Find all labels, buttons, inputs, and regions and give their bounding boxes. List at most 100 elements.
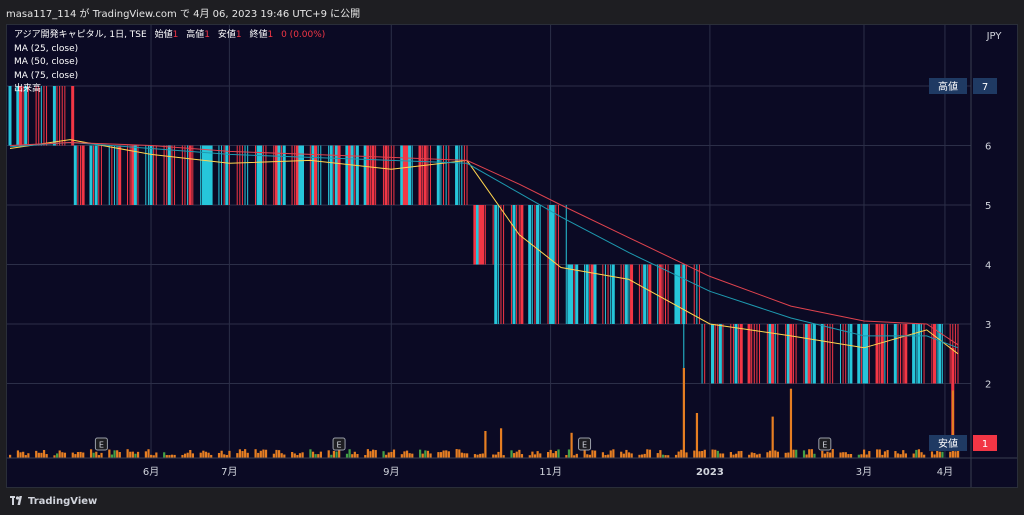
volume-bar: [740, 450, 743, 458]
candle-bar: [932, 324, 936, 384]
volume-bar: [348, 449, 351, 458]
candle-bar: [80, 145, 82, 205]
volume-bar: [421, 453, 424, 458]
candle-bar: [259, 145, 263, 205]
volume-bar: [411, 453, 414, 458]
volume-bar: [332, 450, 336, 458]
candle-bar: [557, 205, 559, 324]
candle-bar: [116, 145, 118, 205]
candle-bar: [294, 145, 296, 205]
candle-bar: [466, 145, 468, 205]
volume-bar: [199, 452, 202, 458]
candle-bar: [473, 205, 477, 265]
candle-bar: [262, 145, 264, 205]
candle-bar: [478, 205, 482, 265]
candle-bar: [221, 145, 223, 205]
volume-bar: [466, 453, 469, 458]
candle-bar: [865, 324, 869, 384]
candle-bar: [400, 145, 404, 205]
volume-bar: [896, 453, 900, 458]
volume-legend[interactable]: 出来高: [14, 83, 325, 97]
volume-bar: [374, 450, 377, 458]
volume-bar: [591, 450, 594, 458]
volume-bar: [382, 451, 385, 458]
candle-bar: [108, 145, 110, 205]
ma75-legend[interactable]: MA (75, close): [14, 70, 325, 84]
candle-bar: [657, 264, 659, 324]
candle-bar: [641, 264, 643, 324]
volume-bar: [567, 449, 571, 458]
volume-bar: [280, 453, 283, 458]
candle-bar: [555, 205, 557, 324]
price-tag: 高値 7: [929, 78, 997, 94]
volume-bar: [74, 454, 77, 458]
volume-bar: [369, 451, 372, 458]
candle-bar: [665, 264, 667, 324]
symbol-legend-row[interactable]: アジア開発キャピタル, 1日, TSE 始値1 高値1 安値1 終値1 0 (0…: [14, 29, 325, 43]
volume-bar: [862, 449, 866, 458]
candle-bar: [497, 205, 499, 324]
volume-bar: [513, 453, 516, 458]
volume-bar: [447, 451, 450, 458]
candle-bar: [785, 324, 787, 384]
volume-bar: [35, 450, 38, 458]
candle-bar: [607, 264, 609, 324]
volume-bar: [22, 451, 25, 458]
candle-bar: [500, 205, 502, 324]
candle-bar: [674, 264, 678, 324]
candle-bar: [875, 324, 879, 384]
candle-bar: [163, 145, 165, 205]
candle-bar: [824, 324, 826, 384]
volume-bar: [883, 451, 887, 458]
volume-bar: [497, 451, 500, 458]
price-tag-name: 安値: [938, 437, 958, 450]
volume-bar: [16, 450, 20, 458]
publish-info: masa117_114 が TradingView.com で 4月 06, 2…: [6, 9, 361, 20]
volume-bar: [189, 450, 192, 458]
volume-bar: [317, 454, 320, 458]
low-label: 安値: [217, 30, 236, 40]
volume-bar: [298, 453, 302, 458]
volume-bar: [108, 449, 111, 458]
volume-bar: [204, 451, 208, 458]
open-value: 1: [172, 30, 179, 40]
volume-bar: [805, 454, 808, 458]
ma50-legend[interactable]: MA (50, close): [14, 56, 325, 70]
candle-bar: [481, 205, 485, 265]
candle-bar: [174, 145, 176, 205]
volume-bar: [455, 449, 458, 458]
volume-bar: [520, 454, 524, 458]
volume-bar: [583, 449, 586, 458]
candle-bar: [484, 205, 486, 265]
candle-bar: [520, 205, 524, 324]
volume-bar: [771, 416, 774, 458]
x-tick-label: 9月: [383, 466, 399, 478]
volume-bar: [808, 449, 811, 458]
volume-bar: [499, 428, 503, 458]
volume-bar: [479, 453, 482, 458]
candle-bar: [551, 205, 555, 324]
tradingview-logo[interactable]: TradingView: [10, 496, 97, 507]
candle-bar: [954, 324, 956, 384]
volume-bar: [620, 451, 623, 458]
volume-bar: [424, 450, 427, 458]
volume-bar: [45, 454, 48, 458]
high-value: 1: [204, 30, 210, 40]
volume-bar: [71, 452, 74, 458]
candle-bar: [904, 324, 908, 384]
volume-bar: [246, 452, 249, 458]
volume-bar: [912, 453, 915, 458]
tradingview-logo-icon: [10, 496, 22, 505]
volume-bar: [202, 450, 205, 458]
ma25-legend[interactable]: MA (25, close): [14, 43, 325, 57]
volume-bar: [217, 452, 221, 458]
price-axis-panel: [971, 25, 1017, 487]
candle-bar: [206, 145, 210, 205]
price-tag-value: 1: [982, 439, 988, 450]
volume-bar: [554, 451, 558, 458]
volume-bar: [758, 453, 761, 458]
volume-bar: [442, 450, 445, 458]
candle-bar: [839, 324, 841, 384]
candle-bar: [860, 324, 862, 384]
candle-bar: [826, 324, 828, 384]
